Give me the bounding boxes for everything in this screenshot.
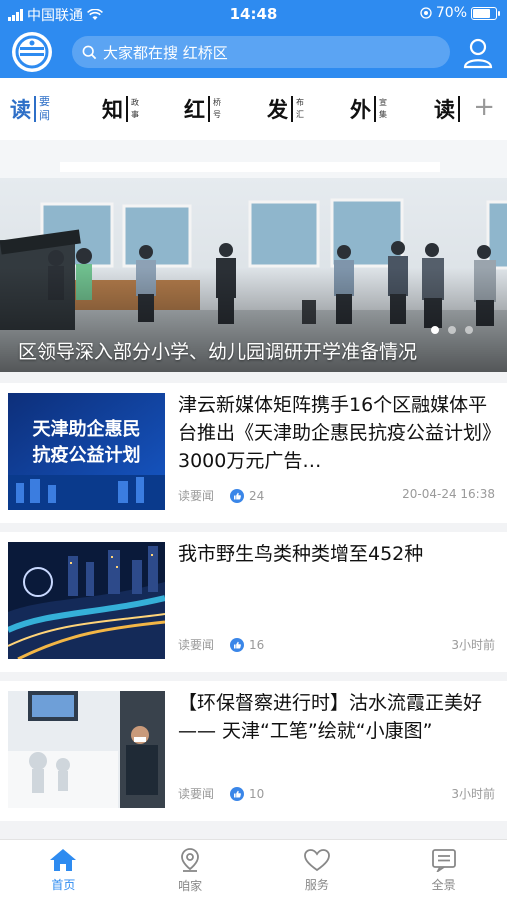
channel-tab-read-news[interactable]: 读 要闻 (10, 78, 50, 140)
news-time: 3小时前 (451, 638, 495, 652)
battery-percent: 70% (435, 5, 467, 21)
banner-title[interactable]: 区领导深入部分小学、幼儿园调研开学准备情况 (18, 337, 417, 364)
user-profile-button[interactable] (461, 36, 495, 70)
thumbs-up-icon (230, 786, 245, 801)
carousel-dot[interactable] (431, 326, 439, 334)
news-source: 读要闻 (178, 489, 215, 503)
news-list-item[interactable]: 我市野生鸟类种类增至452种 读要闻 16 3小时前 (0, 532, 507, 672)
bottom-tab-bar: 首页 咱家 服务 全景 (0, 839, 507, 900)
thumbnail-text: 天津助企惠民 (32, 419, 141, 440)
thumbs-up-icon (230, 637, 245, 652)
news-time: 20-04-24 16:38 (402, 487, 495, 501)
tab-home[interactable]: 首页 (0, 840, 127, 900)
search-icon (82, 45, 97, 59)
news-title[interactable]: 【环保督察进行时】沽水流霞正美好 —— 天津“工笔”绘就“小康图” (178, 689, 496, 745)
tab-panorama[interactable]: 全景 (380, 840, 507, 900)
battery-icon (471, 6, 500, 20)
news-icon (431, 848, 456, 872)
carousel-dot[interactable] (448, 326, 456, 334)
channel-tab-politics[interactable]: 知 政事 (102, 78, 139, 140)
news-thumbnail (8, 542, 165, 659)
carousel-dot[interactable] (465, 326, 473, 334)
location-icon (181, 847, 200, 872)
channel-tab-hongqiao[interactable]: 红 桥号 (184, 78, 221, 140)
news-title[interactable]: 津云新媒体矩阵携手16个区融媒体平台推出《天津助企惠民抗疫公益计划》3000万元… (178, 391, 496, 475)
thumbnail-text: 抗疫公益计划 (32, 445, 141, 466)
news-time: 3小时前 (451, 787, 495, 801)
news-thumbnail (8, 691, 165, 808)
home-icon (50, 848, 77, 871)
channel-tab-publicity[interactable]: 外 宣集 (350, 78, 387, 140)
news-title[interactable]: 我市野生鸟类种类增至452种 (178, 540, 496, 568)
channel-tab-release[interactable]: 发 布汇 (267, 78, 304, 140)
add-channel-button[interactable]: + (473, 94, 495, 120)
app-header: 中国联通 14:48 70% 大家都在搜 红桥区 (0, 0, 507, 78)
top-banner-carousel[interactable]: 区领导深入部分小学、幼儿园调研开学准备情况 (0, 140, 507, 372)
app-logo[interactable] (12, 32, 52, 72)
user-icon (463, 38, 493, 69)
heart-icon (303, 848, 330, 871)
news-source: 读要闻 (178, 638, 215, 652)
news-source: 读要闻 (178, 787, 215, 801)
tab-our-home[interactable]: 咱家 (127, 840, 254, 900)
channel-tab-read-more[interactable]: 读 (434, 78, 463, 140)
tab-services[interactable]: 服务 (254, 840, 381, 900)
news-list-item[interactable]: 天津助企惠民 抗疫公益计划 津云新媒体矩阵携手16个区融媒体平台推出《天津助企惠… (0, 383, 507, 523)
channel-bar: 读 要闻 知 政事 红 桥号 发 布汇 外 宣集 读 + (0, 78, 507, 141)
status-bar: 中国联通 14:48 70% (0, 0, 507, 28)
orientation-lock-icon (420, 7, 432, 19)
thumbs-up-icon (230, 488, 245, 503)
news-list-item[interactable]: 【环保督察进行时】沽水流霞正美好 —— 天津“工笔”绘就“小康图” 读要闻 10… (0, 681, 507, 821)
search-input[interactable]: 大家都在搜 红桥区 (72, 36, 450, 68)
like-count[interactable]: 10 (230, 786, 264, 801)
carousel-indicator[interactable] (431, 326, 473, 334)
like-count[interactable]: 16 (230, 637, 264, 652)
search-placeholder: 大家都在搜 红桥区 (103, 43, 228, 62)
news-thumbnail: 天津助企惠民 抗疫公益计划 (8, 393, 165, 510)
like-count[interactable]: 24 (230, 488, 264, 503)
